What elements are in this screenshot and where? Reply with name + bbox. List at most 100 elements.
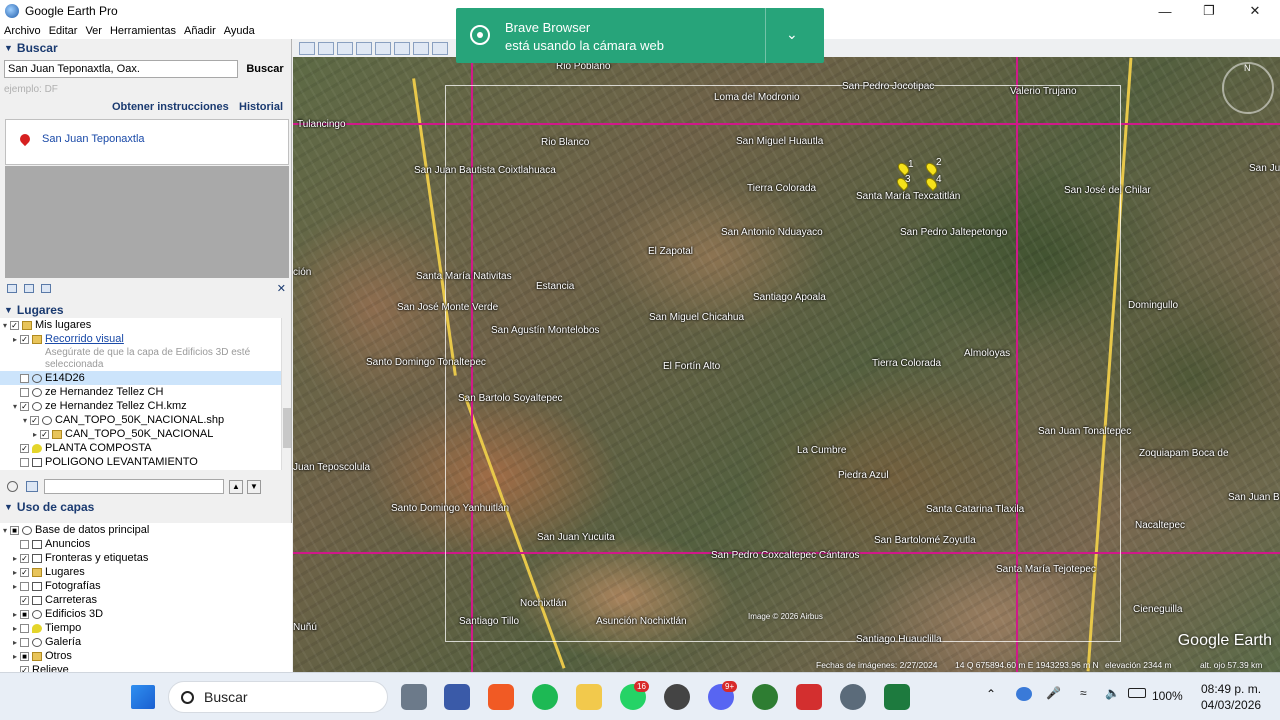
- panel-toggle-icon[interactable]: [26, 481, 38, 492]
- map-label: Santa María Texcatitlán: [856, 191, 961, 202]
- map-label: La Cumbre: [797, 445, 847, 456]
- layer-item[interactable]: ✓ Carreteras: [0, 593, 281, 607]
- chevron-up-icon[interactable]: ⌃: [986, 687, 996, 701]
- ads-icon: [32, 539, 42, 549]
- layer-item[interactable]: ▾ ■ Base de datos principal: [0, 523, 281, 537]
- map-label: Santa Catarina Tlaxila: [926, 504, 1025, 515]
- sidebar-toggle-icon[interactable]: [299, 41, 315, 55]
- layer-item[interactable]: ▸ Tiempo: [0, 621, 281, 635]
- camera-notification[interactable]: Brave Browser está usando la cámara web …: [456, 8, 824, 63]
- search-result-item[interactable]: San Juan Teponaxtla: [42, 133, 145, 145]
- chatgpt-icon[interactable]: [664, 684, 690, 710]
- tree-item-label: CAN_TOPO_50K_NACIONAL: [65, 428, 214, 440]
- file-explorer-icon[interactable]: [576, 684, 602, 710]
- places-tree: ▾ ✓ Mis lugares ▸ ✓ Recorrido visual Asegúra…: [0, 318, 281, 470]
- map-label: Juan Teposcolula: [293, 462, 371, 473]
- layer-item[interactable]: ▸ ✓ Lugares: [0, 565, 281, 579]
- places-header[interactable]: ▼ Lugares: [0, 302, 292, 318]
- tree-item[interactable]: ✓ PLANTA COMPOSTA: [0, 441, 281, 455]
- close-button[interactable]: ✕: [1232, 0, 1278, 22]
- menu-ver[interactable]: Ver: [85, 25, 102, 37]
- places-filter-input[interactable]: [44, 479, 224, 494]
- clock-date[interactable]: 04/03/2026: [1201, 698, 1261, 712]
- map-view[interactable]: N 1 2 3 4 Rio Poblano Loma del Modronio …: [293, 57, 1280, 672]
- close-panel-icon[interactable]: ✕: [277, 282, 286, 295]
- menu-ayuda[interactable]: Ayuda: [224, 25, 255, 37]
- arrow-down-icon[interactable]: ▼: [247, 480, 261, 494]
- refresh-icon[interactable]: [24, 284, 34, 293]
- cloud-icon[interactable]: [1016, 687, 1032, 701]
- tour-link[interactable]: Recorrido visual: [45, 333, 124, 345]
- arcgis-icon[interactable]: [752, 684, 778, 710]
- clock-time[interactable]: 08:49 p. m.: [1201, 682, 1261, 696]
- windows-start-icon[interactable]: [131, 685, 155, 709]
- path-tool-icon[interactable]: [356, 41, 372, 55]
- search-header[interactable]: ▼ Buscar: [0, 40, 292, 56]
- layer-item[interactable]: ▸ ✓ Fronteras y etiquetas: [0, 551, 281, 565]
- acrobat-icon[interactable]: [796, 684, 822, 710]
- map-label: San Juan Yucuita: [537, 532, 615, 543]
- task-view-icon[interactable]: [401, 684, 427, 710]
- google-earth-taskbar-icon[interactable]: [840, 684, 866, 710]
- layer-item[interactable]: ▸ Galería: [0, 635, 281, 649]
- scrollbar-thumb[interactable]: [283, 408, 291, 448]
- layers-header[interactable]: ▼ Uso de capas: [0, 499, 292, 515]
- tree-item[interactable]: ▸ ✓ Recorrido visual: [0, 332, 281, 346]
- menu-archivo[interactable]: Archivo: [4, 25, 41, 37]
- chevron-down-icon[interactable]: ⌄: [786, 26, 798, 43]
- tree-item[interactable]: ▸ ✓ CAN_TOPO_50K_NACIONAL: [0, 427, 281, 441]
- search-button[interactable]: Buscar: [241, 60, 289, 78]
- tree-item[interactable]: ▾ ✓ CAN_TOPO_50K_NACIONAL.shp: [0, 413, 281, 427]
- battery-percent: 100%: [1152, 689, 1183, 703]
- polygon-tool-icon[interactable]: [337, 41, 353, 55]
- placemark-tool-icon[interactable]: [318, 41, 334, 55]
- history-link[interactable]: Historial: [239, 101, 283, 113]
- print-icon[interactable]: [41, 284, 51, 293]
- menu-herramientas[interactable]: Herramientas: [110, 25, 176, 37]
- outlook-icon[interactable]: [444, 684, 470, 710]
- spotify-icon[interactable]: [532, 684, 558, 710]
- layer-item[interactable]: ▸ Fotografías: [0, 579, 281, 593]
- places-scrollbar[interactable]: [281, 318, 291, 470]
- map-label: Nuñú: [293, 622, 317, 633]
- taskbar-search-placeholder: Buscar: [204, 689, 248, 705]
- arrow-up-icon[interactable]: ▲: [229, 480, 243, 494]
- compass[interactable]: N: [1222, 62, 1274, 114]
- taskbar-search[interactable]: Buscar: [168, 681, 388, 713]
- sun-icon[interactable]: [432, 41, 448, 55]
- map-label: Santiago Apoala: [753, 292, 826, 303]
- tree-item[interactable]: ze Hernandez Tellez CH: [0, 385, 281, 399]
- tree-item-selected[interactable]: E14D26: [0, 371, 281, 385]
- minimize-button[interactable]: —: [1142, 0, 1188, 22]
- directions-link[interactable]: Obtener instrucciones: [112, 101, 229, 113]
- excel-icon[interactable]: [884, 684, 910, 710]
- wifi-icon[interactable]: ≈: [1080, 686, 1087, 700]
- layer-item[interactable]: ▸ ■ Otros: [0, 649, 281, 663]
- volume-icon[interactable]: 🔈: [1105, 686, 1120, 700]
- tour-tool-icon[interactable]: [394, 41, 410, 55]
- tree-item[interactable]: POLIGONO LEVANTAMIENTO: [0, 455, 281, 469]
- weather-icon: [32, 623, 42, 633]
- overlay-tool-icon[interactable]: [375, 41, 391, 55]
- layer-item[interactable]: ▸ ■ Edificios 3D: [0, 607, 281, 621]
- brave-icon[interactable]: [488, 684, 514, 710]
- layer-item[interactable]: Anuncios: [0, 537, 281, 551]
- tree-item[interactable]: ▾ ✓ Mis lugares: [0, 318, 281, 332]
- tree-item[interactable]: ▾ ✓ ze Hernandez Tellez CH.kmz: [0, 399, 281, 413]
- historical-imagery-icon[interactable]: [413, 41, 429, 55]
- maximize-button[interactable]: ❐: [1186, 0, 1232, 22]
- buildings-icon: [32, 609, 42, 619]
- microphone-icon[interactable]: 🎤: [1046, 686, 1061, 700]
- search-icon[interactable]: [7, 481, 18, 492]
- menu-anadir[interactable]: Añadir: [184, 25, 216, 37]
- menu-editar[interactable]: Editar: [49, 25, 78, 37]
- map-label: Valerio Trujano: [1010, 86, 1077, 97]
- add-folder-icon[interactable]: [7, 284, 17, 293]
- notification-divider: [765, 8, 766, 63]
- search-input[interactable]: [4, 60, 238, 78]
- map-label: Santa María Nativitas: [416, 271, 512, 282]
- tree-note-text: Asegúrate de que la capa de Edificios 3D…: [45, 346, 251, 358]
- battery-icon[interactable]: [1128, 688, 1146, 698]
- map-label: Piedra Azul: [838, 470, 889, 481]
- pointer-coordinates: 14 Q 675894.60 m E 1943293.96 m N: [955, 660, 1099, 670]
